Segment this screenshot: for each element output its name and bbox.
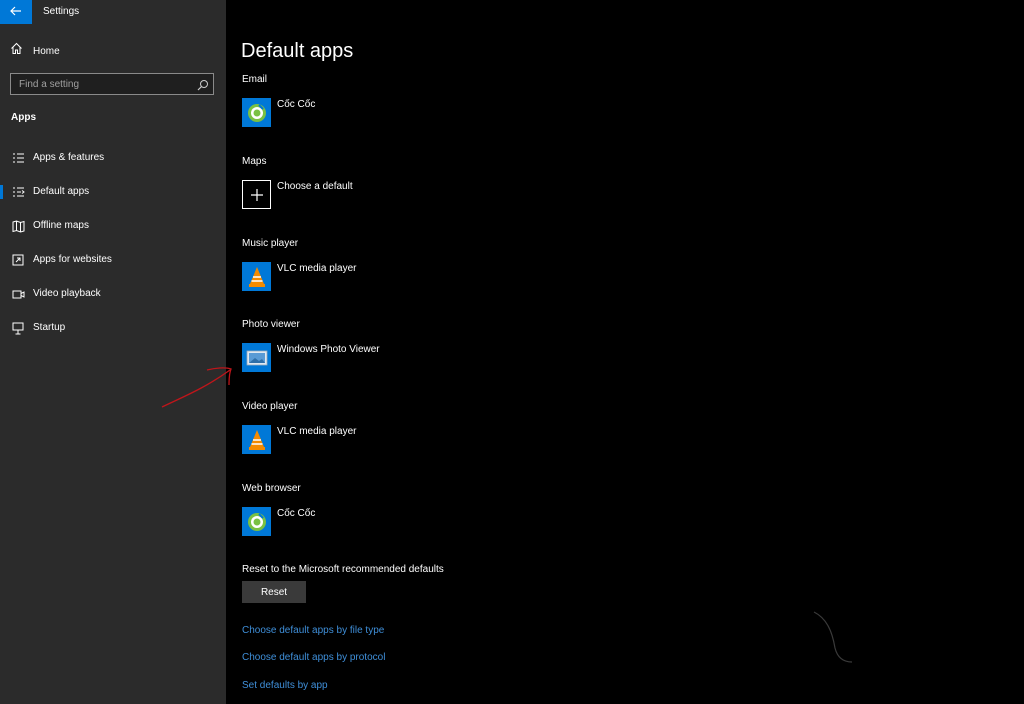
back-arrow-icon <box>10 3 22 21</box>
section-label-music-player: Music player <box>242 238 299 249</box>
sidebar-item-label: Startup <box>33 322 66 333</box>
sidebar-item-apps-features[interactable]: Apps & features <box>0 147 226 169</box>
sidebar-item-label: Apps for websites <box>33 254 112 265</box>
section-label-web-browser: Web browser <box>242 483 301 494</box>
vlc-icon <box>242 425 271 454</box>
sidebar-item-label: Default apps <box>33 186 90 197</box>
link-set-defaults-by-app[interactable]: Set defaults by app <box>242 680 328 691</box>
search-placeholder: Find a setting <box>19 79 80 90</box>
video-icon <box>11 287 25 301</box>
home-nav[interactable]: Home <box>10 42 60 60</box>
app-name: VLC media player <box>277 263 357 274</box>
default-app-web-browser[interactable]: Cốc Cốc <box>242 507 315 537</box>
window-title: Settings <box>43 6 80 17</box>
title-bar: Settings <box>0 0 226 24</box>
map-icon <box>11 219 25 233</box>
app-name: Cốc Cốc <box>277 508 316 519</box>
plus-icon <box>242 180 271 209</box>
list-icon <box>11 151 25 165</box>
link-by-protocol[interactable]: Choose default apps by protocol <box>242 652 385 663</box>
search-input[interactable]: Find a setting <box>10 73 214 95</box>
sidebar-item-offline-maps[interactable]: Offline maps <box>0 215 226 237</box>
section-label-video-player: Video player <box>242 401 298 412</box>
app-name: Windows Photo Viewer <box>277 344 380 355</box>
default-app-email[interactable]: Cốc Cốc <box>242 98 315 128</box>
sidebar-item-apps-for-websites[interactable]: Apps for websites <box>0 249 226 271</box>
home-label: Home <box>33 45 60 57</box>
app-name: Cốc Cốc <box>277 99 316 110</box>
sidebar-item-label: Offline maps <box>33 220 89 231</box>
sidebar-item-label: Apps & features <box>33 152 105 163</box>
section-label-photo-viewer: Photo viewer <box>242 319 300 330</box>
home-icon <box>10 42 23 60</box>
search-icon[interactable] <box>197 78 209 96</box>
vlc-icon <box>242 262 271 291</box>
default-app-photo-viewer[interactable]: Windows Photo Viewer <box>242 343 380 373</box>
sidebar-item-default-apps[interactable]: Default apps <box>0 181 226 203</box>
reset-label: Reset to the Microsoft recommended defau… <box>242 564 444 575</box>
section-heading-apps: Apps <box>11 112 36 123</box>
sidebar: Settings Home Find a setting Apps Apps &… <box>0 0 226 704</box>
app-name: VLC media player <box>277 426 357 437</box>
sidebar-item-video-playback[interactable]: Video playback <box>0 283 226 305</box>
photo-viewer-icon <box>242 343 271 372</box>
default-app-video-player[interactable]: VLC media player <box>242 425 356 455</box>
sidebar-item-label: Video playback <box>33 288 101 299</box>
sidebar-item-startup[interactable]: Startup <box>0 317 226 339</box>
default-app-maps[interactable]: Choose a default <box>242 180 353 210</box>
back-button[interactable] <box>0 0 32 24</box>
default-apps-icon <box>11 185 25 199</box>
coccoc-icon <box>242 507 271 536</box>
app-name: Choose a default <box>277 181 353 192</box>
coccoc-icon <box>242 98 271 127</box>
link-window-icon <box>11 253 25 267</box>
default-app-music-player[interactable]: VLC media player <box>242 262 356 292</box>
reset-button[interactable]: Reset <box>242 581 306 603</box>
main-content: Default apps Email Cốc Cốc Maps Choose a… <box>226 0 1024 704</box>
startup-icon <box>11 321 25 335</box>
section-label-email: Email <box>242 74 268 85</box>
section-label-maps: Maps <box>242 156 267 167</box>
link-by-file-type[interactable]: Choose default apps by file type <box>242 625 384 636</box>
page-title: Default apps <box>241 40 354 62</box>
